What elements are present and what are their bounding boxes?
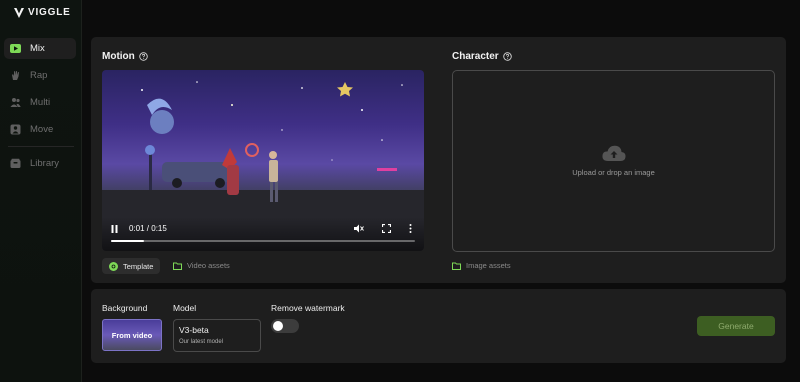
sidebar-item-label: Mix: [30, 43, 45, 54]
motion-video-player[interactable]: 0:01 / 0:15: [102, 70, 424, 251]
folder-icon: [452, 262, 461, 270]
model-description: Our latest model: [179, 339, 224, 345]
cloud-upload-icon: [601, 145, 626, 161]
model-selector[interactable]: V3-beta Our latest model: [173, 319, 261, 352]
sidebar-item-move[interactable]: Move: [4, 119, 76, 140]
character-upload-dropzone[interactable]: Upload or drop an image: [452, 70, 775, 252]
sidebar-item-mix[interactable]: Mix: [4, 38, 76, 59]
people-icon: [10, 97, 21, 108]
motion-title: Motion: [102, 51, 148, 62]
help-icon[interactable]: [139, 52, 148, 61]
play-icon: [10, 43, 21, 54]
sidebar-item-multi[interactable]: Multi: [4, 92, 76, 113]
video-assets-button[interactable]: Video assets: [173, 261, 230, 270]
mix-panel: Motion 0:01 / 0:15 Template Video assets…: [91, 37, 786, 283]
viggle-logo-icon: [14, 7, 24, 18]
video-assets-label: Video assets: [187, 261, 230, 270]
upload-text: Upload or drop an image: [572, 168, 655, 177]
folder-icon: [173, 262, 182, 270]
sidebar-item-rap[interactable]: Rap: [4, 65, 76, 86]
model-name: V3-beta: [179, 325, 209, 335]
sidebar-divider: [8, 146, 74, 147]
template-button[interactable]: Template: [102, 258, 161, 274]
sidebar-item-label: Rap: [30, 70, 48, 81]
image-assets-label: Image assets: [466, 261, 511, 270]
motion-title-text: Motion: [102, 51, 135, 62]
generate-button[interactable]: Generate: [697, 316, 775, 336]
remove-watermark-toggle[interactable]: [271, 319, 299, 333]
viggle-logo[interactable]: VIGGLE: [14, 7, 71, 18]
video-progress-bar[interactable]: [111, 240, 415, 242]
sidebar-item-label: Library: [30, 158, 60, 169]
help-icon[interactable]: [502, 52, 512, 61]
background-selector[interactable]: From video: [102, 319, 162, 351]
watermark-label: Remove watermark: [271, 303, 345, 313]
image-assets-button[interactable]: Image assets: [452, 261, 511, 270]
sidebar-item-library[interactable]: Library: [4, 153, 76, 174]
box-icon: [10, 158, 21, 169]
toggle-knob: [273, 321, 283, 331]
video-controls: 0:01 / 0:15: [102, 217, 424, 251]
background-value: From video: [111, 330, 153, 340]
sidebar: VIGGLE Mix Rap Multi Move Library: [0, 0, 82, 382]
settings-panel: Background From video Model V3-beta Our …: [91, 289, 786, 363]
hand-icon: [10, 70, 21, 81]
pause-icon[interactable]: [111, 225, 118, 233]
template-label: Template: [123, 261, 154, 271]
model-label: Model: [173, 303, 197, 313]
brand-name: VIGGLE: [28, 7, 71, 18]
character-title: Character: [452, 51, 512, 62]
more-options-icon[interactable]: [409, 224, 412, 233]
template-icon: [109, 261, 118, 271]
sidebar-item-label: Multi: [30, 97, 51, 108]
character-title-text: Character: [452, 51, 499, 62]
sidebar-item-label: Move: [30, 124, 54, 135]
video-progress-fill: [111, 240, 145, 242]
person-icon: [10, 124, 21, 135]
fullscreen-icon[interactable]: [382, 224, 391, 233]
video-time: 0:01 / 0:15: [129, 224, 167, 233]
mute-icon[interactable]: [354, 224, 364, 233]
background-label: Background: [102, 303, 148, 313]
